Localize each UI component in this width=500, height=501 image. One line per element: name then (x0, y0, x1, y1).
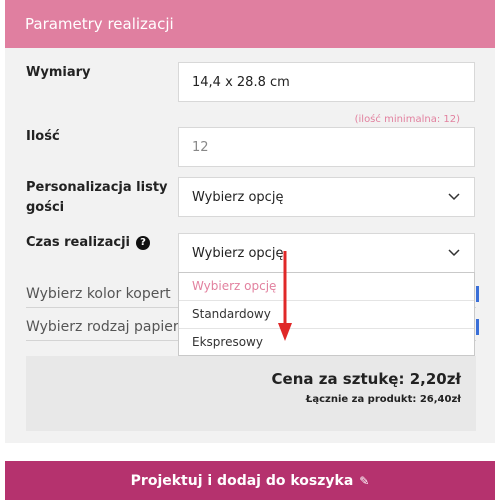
unit-price: Cena za sztukę: 2,20zł (271, 370, 461, 388)
dimensions-label: Wymiary (26, 65, 91, 80)
quantity-value: 12 (192, 139, 209, 155)
guest-list-label-line2: gości (26, 200, 65, 215)
lead-time-dropdown: Wybierz opcję Standardowy Ekspresowy (178, 272, 475, 356)
chevron-down-icon (448, 193, 460, 201)
total-price: Łącznie za produkt: 26,40zł (305, 394, 461, 405)
dropdown-option-standard[interactable]: Standardowy (179, 301, 474, 329)
lead-time-label: Czas realizacji? (26, 233, 151, 253)
dropdown-option-placeholder[interactable]: Wybierz opcję (179, 273, 474, 301)
price-summary: Cena za sztukę: 2,20zł Łącznie za produk… (26, 356, 476, 431)
guest-list-label-line1: Personalizacja listy (26, 180, 168, 195)
row-toggle-edge (476, 319, 479, 335)
quantity-min-hint: (ilość minimalna: 12) (354, 114, 460, 125)
guest-list-label: Personalizacja listy gości (26, 178, 168, 218)
dropdown-option-express[interactable]: Ekspresowy (179, 329, 474, 356)
panel-title: Parametry realizacji (25, 15, 174, 33)
paper-type-label: Wybierz rodzaj papieru (26, 319, 188, 335)
lead-time-label-text: Czas realizacji (26, 235, 131, 250)
chevron-down-icon (448, 249, 460, 257)
guest-list-select[interactable]: Wybierz opcję (178, 177, 475, 217)
design-add-to-cart-button[interactable]: Projektuj i dodaj do koszyka ✎ (5, 461, 495, 500)
dimensions-value: 14,4 x 28.8 cm (192, 74, 290, 90)
quantity-input[interactable]: 12 (178, 127, 475, 167)
quantity-label: Ilość (26, 129, 60, 144)
panel-header: Parametry realizacji (5, 0, 495, 48)
realization-parameters-panel: Parametry realizacji Wymiary 14,4 x 28.8… (5, 0, 495, 443)
envelope-color-label: Wybierz kolor kopert (26, 286, 171, 302)
lead-time-select[interactable]: Wybierz opcję (178, 233, 475, 273)
lead-time-value: Wybierz opcję (192, 245, 284, 261)
guest-list-value: Wybierz opcję (192, 189, 284, 205)
question-icon[interactable]: ? (136, 236, 151, 250)
red-arrow-annotation (278, 251, 292, 341)
cta-label: Projektuj i dodaj do koszyka (130, 472, 354, 489)
dimensions-field[interactable]: 14,4 x 28.8 cm (178, 62, 475, 102)
row-toggle-edge (476, 286, 479, 302)
pencil-icon: ✎ (359, 473, 370, 488)
